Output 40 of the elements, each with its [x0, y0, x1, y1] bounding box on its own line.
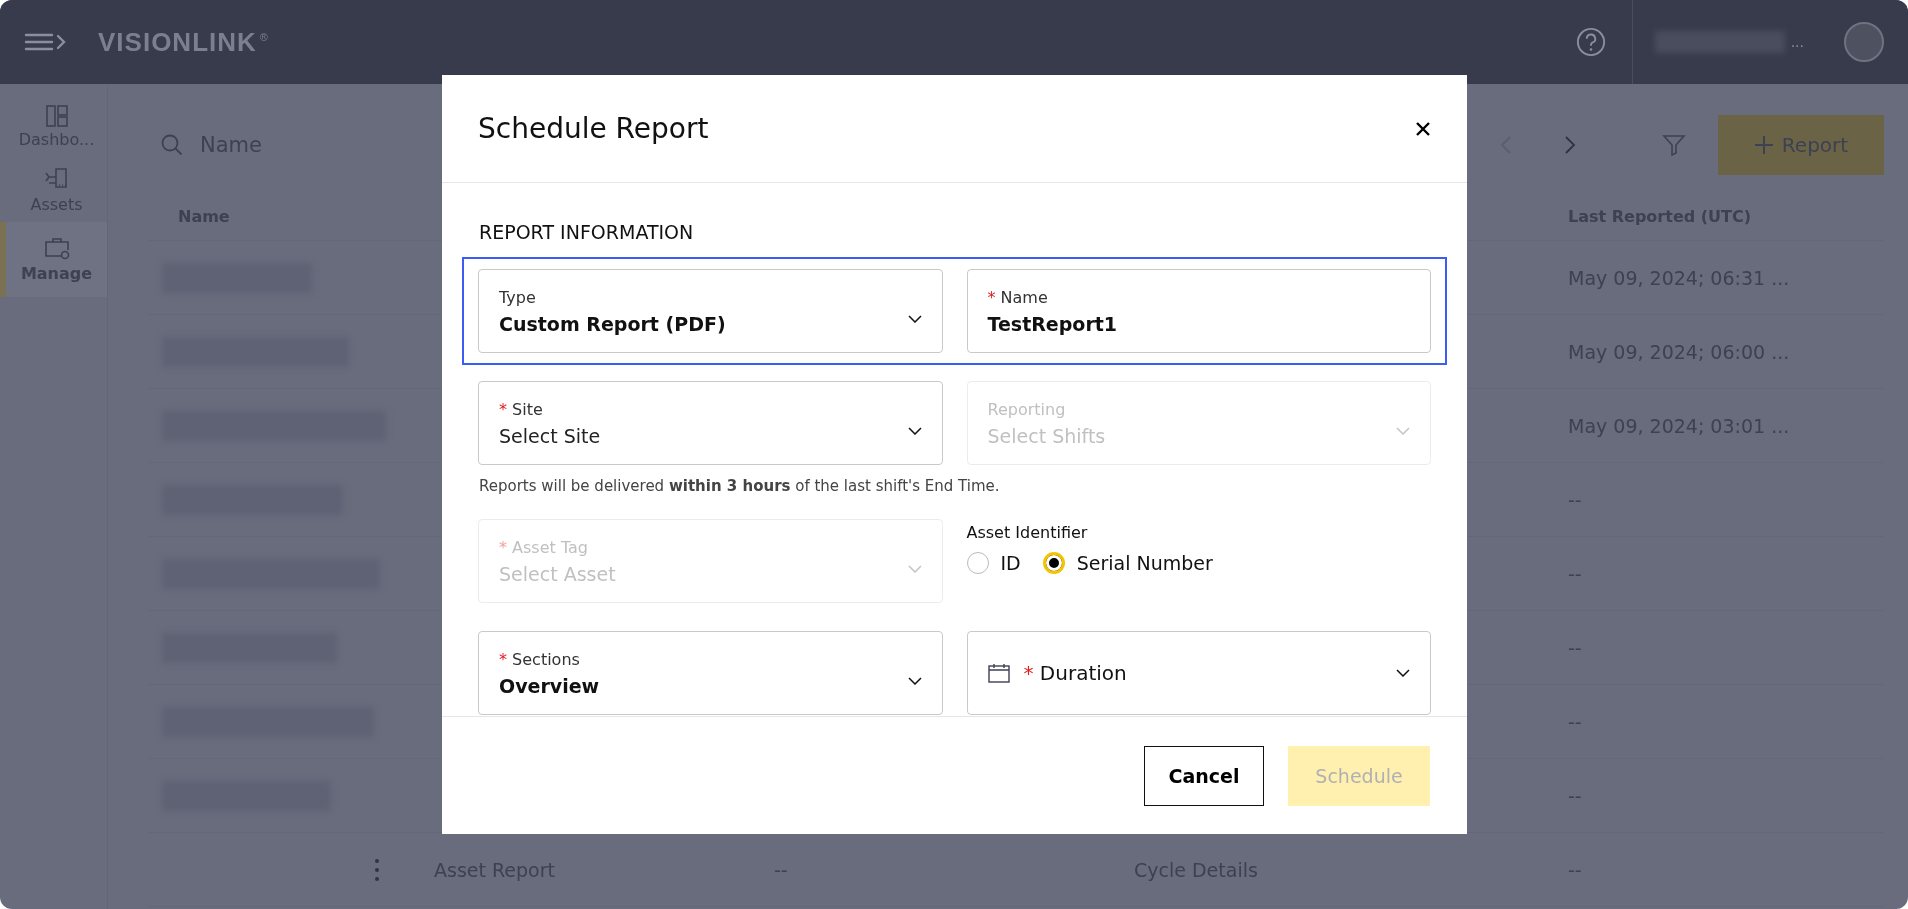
- table-cell-text: --: [1568, 562, 1583, 585]
- close-icon[interactable]: [1415, 120, 1431, 137]
- duration-dropdown[interactable]: * Duration: [966, 631, 1431, 715]
- chevron-down-icon: [1396, 669, 1410, 677]
- dropdown-field[interactable]: Type Custom Report (PDF): [478, 269, 943, 353]
- dashboard-icon: [44, 104, 69, 128]
- table-cell-text: --: [1568, 784, 1583, 807]
- name-input-field[interactable]: * Name TestReport1: [966, 269, 1431, 353]
- chevron-down-icon: [907, 427, 922, 435]
- info-text: Reports will be delivered within 3 hours of the last shift's End Time.: [479, 477, 1001, 495]
- table-cell-text: --: [774, 858, 789, 881]
- search-icon: [160, 133, 184, 157]
- dropdown-field[interactable]: * Site Select Site: [478, 381, 943, 465]
- radio-button[interactable]: [1042, 552, 1065, 574]
- chevron-down-icon: [907, 315, 922, 323]
- plus-icon: [1753, 135, 1774, 155]
- radio-option[interactable]: Serial Number: [1042, 552, 1213, 574]
- table-cell-text: --: [1568, 488, 1583, 511]
- more-options-icon[interactable]: [374, 857, 380, 882]
- chevron-down-icon: [1396, 427, 1410, 435]
- chevron-right-icon[interactable]: [1564, 135, 1576, 155]
- table-cell-text: --: [1568, 636, 1583, 659]
- chevron-down-icon: [907, 677, 922, 685]
- logo: VISIONLINK$^{®}$: [98, 26, 269, 58]
- menu-icon[interactable]: [24, 32, 68, 52]
- filter-icon[interactable]: [1662, 133, 1686, 157]
- calendar-icon: [987, 663, 1010, 683]
- cancel-button[interactable]: Cancel: [1144, 745, 1264, 806]
- help-icon[interactable]: [1575, 27, 1606, 57]
- section-heading: REPORT INFORMATION: [479, 221, 695, 243]
- dialog-title: Schedule Report: [478, 112, 709, 145]
- dropdown-field[interactable]: * Sections Overview: [478, 631, 943, 715]
- table-cell-text: --: [1568, 710, 1583, 733]
- user-name[interactable]: ...: [1790, 34, 1804, 50]
- field-label: Asset Identifier: [966, 523, 1089, 542]
- table-cell-text: --: [1568, 858, 1583, 881]
- briefcase-gear-icon: [42, 236, 71, 262]
- chevron-down-icon: [907, 565, 922, 573]
- radio-option[interactable]: ID: [966, 552, 1021, 574]
- avatar[interactable]: [1844, 22, 1884, 62]
